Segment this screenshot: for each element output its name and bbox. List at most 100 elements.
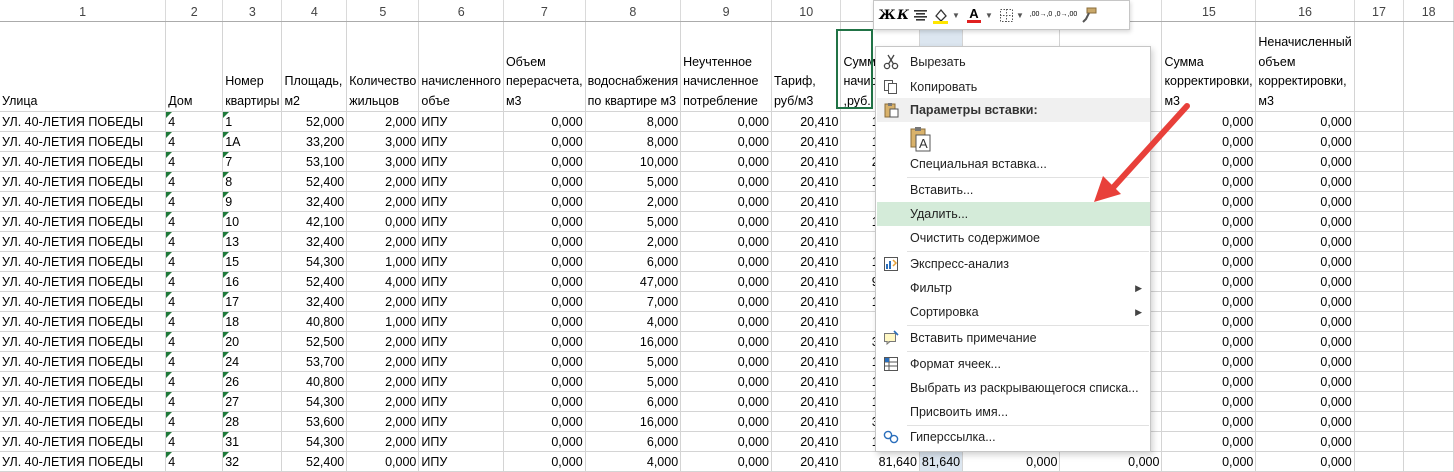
cell-recalc[interactable]: 0,000 [503, 151, 586, 172]
cell-recalc[interactable]: 0,000 [503, 231, 586, 252]
menu-item-paste-special[interactable]: Специальная вставка... [877, 152, 1150, 176]
cell-water[interactable]: 5,000 [585, 371, 682, 392]
cell-unaccounted[interactable]: 0,000 [680, 151, 772, 172]
cell-c16[interactable]: 0,000 [1255, 211, 1355, 232]
empty-cell[interactable] [1354, 291, 1405, 312]
cell-c14[interactable]: 0,000 [1059, 451, 1163, 472]
cell-street[interactable]: УЛ. 40-ЛЕТИЯ ПОБЕДЫ [0, 351, 167, 372]
cell-c13[interactable]: 0,000 [962, 451, 1061, 472]
cell-water[interactable]: 16,000 [585, 411, 682, 432]
cell-tariff[interactable]: 20,410 [771, 251, 842, 272]
cell-recalc[interactable]: 0,000 [503, 191, 586, 212]
cell-unaccounted[interactable]: 0,000 [680, 431, 772, 452]
cell-recalc[interactable]: 0,000 [503, 171, 586, 192]
cell-unaccounted[interactable]: 0,000 [680, 271, 772, 292]
cell-water[interactable]: 16,000 [585, 331, 682, 352]
cell-c15[interactable]: 0,000 [1161, 451, 1257, 472]
empty-cell[interactable] [1403, 431, 1454, 452]
cell-tariff[interactable]: 20,410 [771, 411, 842, 432]
cell-type[interactable]: ИПУ [418, 391, 504, 412]
cell-unaccounted[interactable]: 0,000 [680, 291, 772, 312]
cell-house[interactable]: 4 [165, 391, 224, 412]
cell-type[interactable]: ИПУ [418, 451, 504, 472]
empty-cell[interactable] [1354, 331, 1405, 352]
empty-cell[interactable] [1354, 351, 1405, 372]
cell-house[interactable]: 4 [165, 351, 224, 372]
cell-c16[interactable]: 0,000 [1255, 451, 1355, 472]
cell-unaccounted[interactable]: 0,000 [680, 411, 772, 432]
cell-recalc[interactable]: 0,000 [503, 271, 586, 292]
cell-type[interactable]: ИПУ [418, 431, 504, 452]
cell-type[interactable]: ИПУ [418, 311, 504, 332]
cell-unaccounted[interactable]: 0,000 [680, 351, 772, 372]
cell-water[interactable]: 6,000 [585, 251, 682, 272]
cell-street[interactable]: УЛ. 40-ЛЕТИЯ ПОБЕДЫ [0, 411, 167, 432]
cell-area[interactable]: 32,400 [281, 191, 348, 212]
empty-cell[interactable] [1403, 191, 1454, 212]
cell-house[interactable]: 4 [165, 451, 224, 472]
cell-area[interactable]: 52,400 [281, 451, 348, 472]
empty-cell[interactable] [1403, 151, 1454, 172]
borders-dropdown-icon[interactable]: ▼ [1016, 4, 1024, 26]
cell-c15[interactable]: 0,000 [1161, 311, 1257, 332]
empty-cell[interactable] [1403, 291, 1454, 312]
empty-cell[interactable] [1354, 311, 1405, 332]
cell-tariff[interactable]: 20,410 [771, 171, 842, 192]
cell-c16[interactable]: 0,000 [1255, 291, 1355, 312]
cell-c15[interactable]: 0,000 [1161, 251, 1257, 272]
cell-residents[interactable]: 0,000 [346, 211, 420, 232]
fill-color-icon[interactable] [931, 4, 949, 26]
cell-recalc[interactable]: 0,000 [503, 331, 586, 352]
empty-cell[interactable] [1403, 371, 1454, 392]
cell-type[interactable]: ИПУ [418, 171, 504, 192]
borders-icon[interactable] [999, 4, 1013, 26]
cell-residents[interactable]: 2,000 [346, 331, 420, 352]
cell-tariff[interactable]: 20,410 [771, 151, 842, 172]
menu-item-format-cells[interactable]: Формат ячеек... [877, 352, 1150, 376]
cell-water[interactable]: 8,000 [585, 111, 682, 132]
cell-type[interactable]: ИПУ [418, 351, 504, 372]
cell-type[interactable]: ИПУ [418, 251, 504, 272]
cell-tariff[interactable]: 20,410 [771, 291, 842, 312]
cell-c15[interactable]: 0,000 [1161, 191, 1257, 212]
cell-recalc[interactable]: 0,000 [503, 111, 586, 132]
cell-area[interactable]: 52,400 [281, 171, 348, 192]
column-header[interactable]: 7 [503, 0, 586, 22]
empty-cell[interactable] [1354, 451, 1405, 472]
cell-residents[interactable]: 1,000 [346, 311, 420, 332]
cell-residents[interactable]: 2,000 [346, 431, 420, 452]
empty-cell[interactable] [1354, 191, 1405, 212]
cell-tariff[interactable]: 20,410 [771, 311, 842, 332]
cell-residents[interactable]: 2,000 [346, 231, 420, 252]
empty-cell[interactable] [1403, 251, 1454, 272]
empty-cell[interactable] [1403, 111, 1454, 132]
cell-c16[interactable]: 0,000 [1255, 231, 1355, 252]
header-cell[interactable]: водоснабжения по квартире м3 [585, 21, 682, 112]
empty-cell[interactable] [1403, 411, 1454, 432]
cell-c15[interactable]: 0,000 [1161, 391, 1257, 412]
empty-cell[interactable] [1354, 211, 1405, 232]
cell-unaccounted[interactable]: 0,000 [680, 391, 772, 412]
cell-type[interactable]: ИПУ [418, 111, 504, 132]
cell-water[interactable]: 7,000 [585, 291, 682, 312]
menu-item-define-name[interactable]: Присвоить имя... [877, 400, 1150, 424]
empty-cell[interactable] [1403, 351, 1454, 372]
font-color-icon[interactable]: А [966, 4, 982, 26]
cell-c15[interactable]: 0,000 [1161, 211, 1257, 232]
cell-recalc[interactable]: 0,000 [503, 451, 586, 472]
cell-water[interactable]: 4,000 [585, 311, 682, 332]
cell-area[interactable]: 54,300 [281, 431, 348, 452]
cell-area[interactable]: 40,800 [281, 311, 348, 332]
cell-tariff[interactable]: 20,410 [771, 371, 842, 392]
cell-water[interactable]: 6,000 [585, 431, 682, 452]
cell-c16[interactable]: 0,000 [1255, 191, 1355, 212]
cell-unaccounted[interactable]: 0,000 [680, 331, 772, 352]
menu-item-copy[interactable]: Копировать [877, 75, 1150, 99]
cell-tariff[interactable]: 20,410 [771, 431, 842, 452]
cell-unaccounted[interactable]: 0,000 [680, 131, 772, 152]
cell-c16[interactable]: 0,000 [1255, 311, 1355, 332]
empty-cell[interactable] [1354, 411, 1405, 432]
cell-apt[interactable]: 13 [222, 231, 283, 252]
cell-street[interactable]: УЛ. 40-ЛЕТИЯ ПОБЕДЫ [0, 431, 167, 452]
empty-cell[interactable] [1354, 131, 1405, 152]
